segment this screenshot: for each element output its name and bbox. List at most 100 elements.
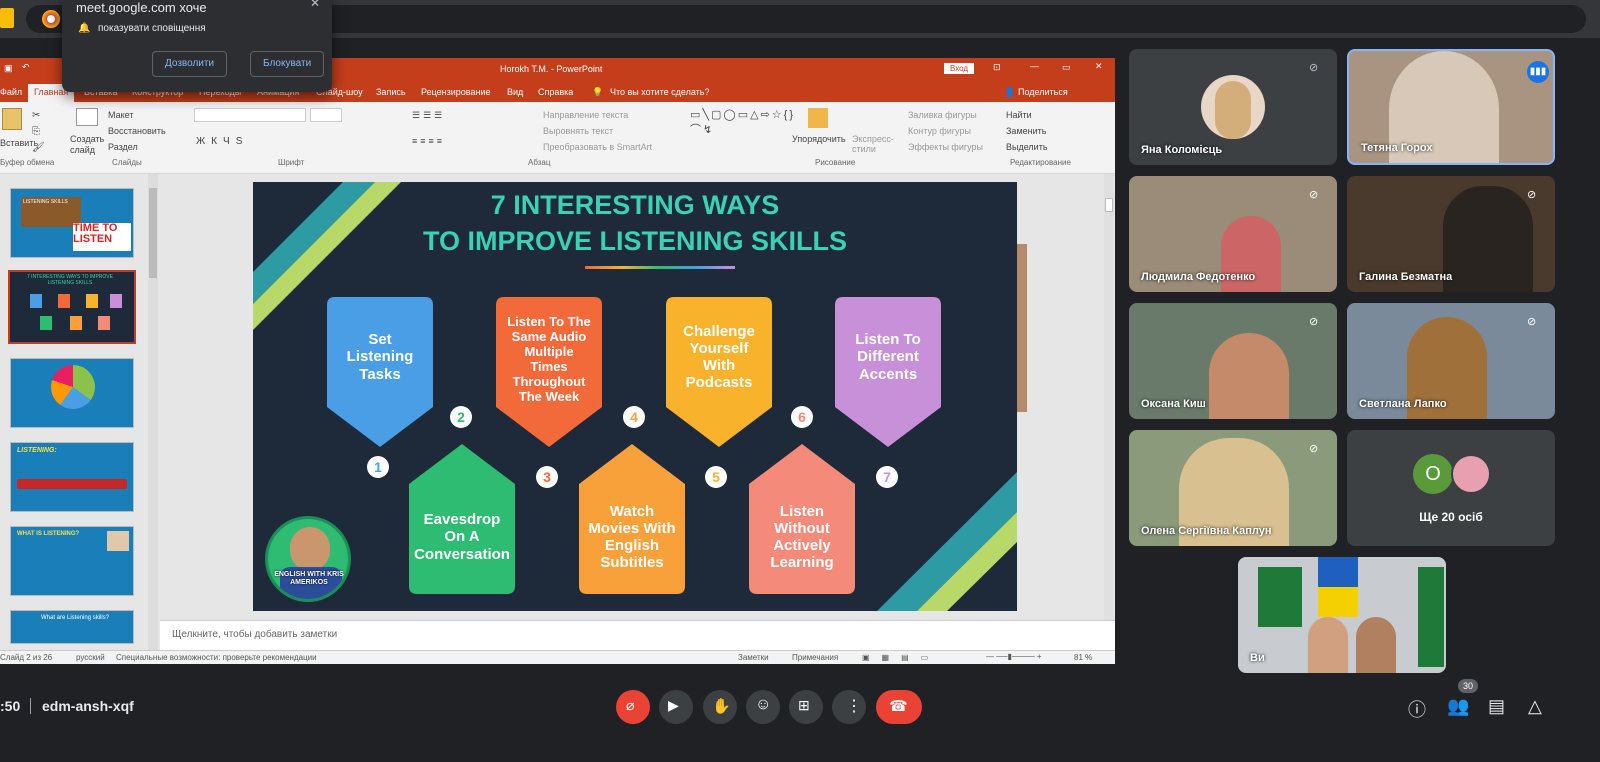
font-name-box[interactable] xyxy=(194,108,306,122)
status-language[interactable]: русский xyxy=(76,653,105,662)
status-notes-button[interactable]: Заметки xyxy=(738,653,769,662)
present-button[interactable]: ⊞ xyxy=(789,690,823,724)
avatar xyxy=(1451,454,1491,494)
main-scrollbar[interactable] xyxy=(1104,174,1114,620)
save-icon[interactable]: ▣ xyxy=(4,63,13,74)
undo-icon[interactable]: ↶ xyxy=(22,62,30,73)
shape-effects-button[interactable]: Эффекты фигуры xyxy=(908,142,983,152)
format-painter-icon[interactable]: 🖌 xyxy=(32,142,45,153)
align-icons[interactable]: ≡≡≡≡ xyxy=(412,136,445,146)
slide-thumbnail-3[interactable] xyxy=(10,358,134,428)
participant-name: Светлана Лапко xyxy=(1359,398,1447,410)
smartart-button[interactable]: Преобразовать в SmartArt xyxy=(543,142,652,152)
card-6-text: Listen Without Actively Learning xyxy=(770,502,834,572)
tell-me-search[interactable]: Что вы хотите сделать? xyxy=(610,87,710,97)
minimize-icon[interactable]: — xyxy=(1030,61,1039,71)
lightbulb-icon: 💡 xyxy=(592,87,604,97)
quick-styles-button[interactable]: Экспресс-стили xyxy=(852,134,894,154)
participant-tile-7[interactable]: ⊘ Олена Сергіївна Каплун xyxy=(1129,430,1337,546)
tab-record[interactable]: Запись xyxy=(376,87,406,97)
participant-name: Яна Коломієць xyxy=(1141,144,1223,156)
view-buttons[interactable]: ▣▦▤▭ xyxy=(862,653,940,662)
status-comments-button[interactable]: Примечания xyxy=(792,653,838,662)
shape-outline-button[interactable]: Контур фигуры xyxy=(908,126,971,136)
slide-thumbnail-4[interactable]: LISTENING: xyxy=(10,442,134,512)
more-options-button[interactable]: ⋮ xyxy=(832,690,866,724)
participant-tile-3[interactable]: ⊘ Людмила Федотенко xyxy=(1129,176,1337,292)
share-button[interactable]: Поделиться xyxy=(1018,87,1068,97)
maximize-icon[interactable]: ▭ xyxy=(1062,62,1071,73)
arrange-icon[interactable] xyxy=(808,108,828,128)
find-button[interactable]: Найти xyxy=(1006,110,1032,120)
thumbs-scrollbar[interactable] xyxy=(148,174,158,650)
list-icons[interactable]: ☰☰☰ xyxy=(412,110,445,121)
slide-thumbnail-2[interactable]: 7 INTERESTING WAYS TO IMPROVE LISTENING … xyxy=(8,270,136,344)
text-direction-button[interactable]: Направление текста xyxy=(543,110,628,120)
shape-fill-button[interactable]: Заливка фигуры xyxy=(908,110,977,120)
arrange-button[interactable]: Упорядочить xyxy=(792,134,846,144)
mic-off-icon: ⊘ xyxy=(1309,189,1319,201)
slide-title-line1: 7 INTERESTING WAYS xyxy=(490,190,780,220)
create-slide-button[interactable]: Создать слайд xyxy=(70,134,110,156)
clipboard-group-label: Буфер обмена xyxy=(0,158,55,167)
close-icon[interactable]: ✕ xyxy=(310,0,320,10)
thumb5-title: WHAT IS LISTENING? xyxy=(17,531,80,537)
allow-button[interactable]: Дозволити xyxy=(152,51,228,77)
participant-tile-6[interactable]: ⊘ Светлана Лапко xyxy=(1347,303,1555,419)
layout-button[interactable]: Макет xyxy=(108,110,133,120)
copy-icon[interactable]: ⎘ xyxy=(32,126,40,137)
participant-tile-4[interactable]: ⊘ Галина Безматна xyxy=(1347,176,1555,292)
mic-toggle-button[interactable]: ⌀ xyxy=(616,690,650,724)
tab-view[interactable]: Вид xyxy=(507,87,523,97)
notification-message: показувати сповіщення xyxy=(98,23,206,34)
card-7-text: Listen To Different Accents xyxy=(855,331,921,383)
align-text-button[interactable]: Выровнять текст xyxy=(543,126,613,136)
chat-icon[interactable]: ▤ xyxy=(1488,696,1505,717)
tab-review[interactable]: Рецензирование xyxy=(421,87,491,97)
extension-icon[interactable] xyxy=(0,8,14,28)
card-3-number: 3 xyxy=(536,466,558,488)
restore-button[interactable]: Восстановить xyxy=(108,126,166,136)
info-icon[interactable]: ⓘ xyxy=(1408,696,1426,722)
font-size-box[interactable] xyxy=(310,108,342,122)
participant-tile-1[interactable]: ⊘ Яна Коломієць xyxy=(1129,49,1337,165)
slide-canvas[interactable]: 7 INTERESTING WAYS TO IMPROVE LISTENING … xyxy=(253,182,1017,611)
section-button[interactable]: Раздел xyxy=(108,142,138,152)
status-accessibility[interactable]: Специальные возможности: проверьте реком… xyxy=(116,653,317,662)
login-button[interactable]: Вход xyxy=(944,63,975,74)
close-window-icon[interactable]: ✕ xyxy=(1095,61,1103,72)
slide-thumbnail-1[interactable]: LISTENING SKILLS TIME TO LISTEN xyxy=(10,188,134,258)
paste-icon[interactable] xyxy=(2,108,22,130)
participant-tile-more[interactable]: О Ще 20 осіб xyxy=(1347,430,1555,546)
replace-button[interactable]: Заменить xyxy=(1006,126,1046,136)
tab-file[interactable]: Файл xyxy=(0,87,22,97)
mic-off-icon: ⊘ xyxy=(1527,316,1537,328)
zoom-slider[interactable]: — ──▮──── + xyxy=(986,652,1042,661)
new-slide-icon[interactable] xyxy=(76,108,98,126)
reactions-button[interactable]: ☺ xyxy=(746,690,780,724)
site-icon xyxy=(42,10,60,28)
camera-toggle-button[interactable]: ▶ xyxy=(659,690,693,724)
shapes-gallery[interactable]: ▭╲▢◯▭△⇨☆{}⌒↯ xyxy=(690,108,793,152)
tab-help[interactable]: Справка xyxy=(538,87,573,97)
avatar: О xyxy=(1413,454,1453,494)
end-call-button[interactable]: ☎ xyxy=(876,690,922,724)
slide-thumbnail-5[interactable]: WHAT IS LISTENING? xyxy=(10,526,134,596)
select-button[interactable]: Выделить xyxy=(1006,142,1048,152)
status-zoom[interactable]: 81 % xyxy=(1074,653,1092,662)
participant-tile-2[interactable]: ▮▮▮ Тетяна Горох xyxy=(1347,49,1555,165)
participant-tile-5[interactable]: ⊘ Оксана Киш xyxy=(1129,303,1337,419)
notes-pane[interactable]: Щелкните, чтобы добавить заметки xyxy=(160,620,1115,650)
block-button[interactable]: Блокувати xyxy=(250,51,325,77)
cut-icon[interactable]: ✂ xyxy=(32,110,40,121)
mic-off-icon: ⊘ xyxy=(1309,443,1319,455)
activities-icon[interactable]: △ xyxy=(1528,696,1542,717)
ribbon-display-icon[interactable]: ⊡ xyxy=(993,62,1001,73)
people-button[interactable]: 👥 xyxy=(1447,696,1469,717)
participant-name: Оксана Киш xyxy=(1141,398,1206,410)
raise-hand-button[interactable]: ✋ xyxy=(703,690,737,724)
self-view-tile[interactable]: Ви xyxy=(1238,557,1446,673)
slide-overflow-image xyxy=(1017,244,1027,412)
slide-thumbnail-6[interactable]: What are Listening skills? xyxy=(10,610,134,644)
font-format-icons[interactable]: ЖКЧS xyxy=(196,136,248,147)
